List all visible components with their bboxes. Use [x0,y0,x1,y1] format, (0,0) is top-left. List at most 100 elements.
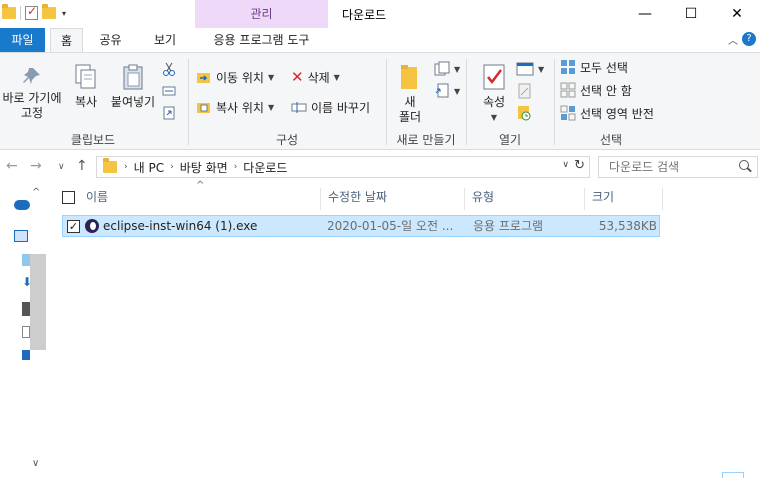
breadcrumb-desktop[interactable]: 바탕 화면 [180,159,228,176]
select-all-checkbox[interactable] [62,191,75,204]
edit-button[interactable] [516,81,532,101]
select-none-button[interactable]: 선택 안 함 [560,80,632,100]
search-input[interactable] [609,157,739,177]
tab-file[interactable]: 파일 [0,28,45,52]
rename-icon [291,102,307,113]
back-arrow-icon[interactable]: ← [6,158,18,174]
copy-path-button[interactable] [162,81,176,101]
column-divider[interactable] [662,188,663,210]
paste-shortcut-button[interactable] [162,103,176,123]
maximize-button[interactable]: ☐ [668,0,714,27]
tab-app-tools[interactable]: 응용 프로그램 도구 [195,28,328,52]
tab-view[interactable]: 보기 [140,28,190,52]
pin-to-quick-access-button[interactable]: 바로 가기에 고정 [0,65,64,121]
open-button[interactable]: ▼ [516,59,544,79]
properties-check-icon [483,64,505,90]
rename-button[interactable]: 이름 바꾸기 [291,97,370,117]
column-header-type[interactable]: 유형 [466,184,584,210]
invert-selection-button[interactable]: 선택 영역 반전 [560,103,654,123]
rename-label: 이름 바꾸기 [311,100,371,115]
address-bar[interactable]: › 내 PC › 바탕 화면 › 다운로드 ∨ ↻ [96,156,590,178]
new-item-button[interactable]: ▼ [434,59,460,79]
close-button[interactable]: ✕ [714,0,760,27]
breadcrumb-this-pc[interactable]: 내 PC [134,159,164,176]
documents-icon[interactable] [22,326,30,338]
delete-button[interactable]: ✕ 삭제 ▼ [291,67,340,87]
new-folder-button[interactable]: 새 폴더 [392,63,428,125]
qat-separator [20,6,21,20]
row-checkbox[interactable]: ✓ [67,220,80,233]
group-label-select: 선택 [599,133,623,147]
copy-button[interactable]: 복사 [68,63,104,110]
file-explorer-window: ▾ 관리 다운로드 — ☐ ✕ 파일 홈 공유 보기 응용 프로그램 도구 ︿ … [0,0,760,478]
eclipse-exe-icon [85,219,99,233]
search-box[interactable] [598,156,758,178]
column-header-size[interactable]: 크기 [586,184,662,210]
properties-icon[interactable] [25,4,38,20]
scissors-icon [163,62,175,76]
ribbon-collapse-icon[interactable]: ︿ [728,32,738,47]
window-title: 다운로드 [342,8,387,22]
properties-label: 속성 [482,95,506,109]
move-to-label: 이동 위치 [216,70,264,85]
chevron-down-icon: ▼ [538,64,545,74]
search-icon[interactable] [739,160,749,170]
minimize-button[interactable]: — [622,0,668,27]
up-arrow-icon[interactable]: ↑ [76,158,88,174]
breadcrumb-separator-icon[interactable]: › [170,162,174,172]
group-label-clipboard: 클립보드 [70,133,116,147]
videos-icon[interactable] [22,302,30,316]
recent-locations-chevron-icon[interactable]: ∨ [58,162,65,172]
easy-access-icon [435,83,449,98]
column-header-name[interactable]: 이름 [80,184,318,210]
forward-arrow-icon[interactable]: → [30,158,42,174]
column-header-date-modified[interactable]: 수정한 날짜 [322,184,464,210]
title-bar: ▾ 관리 다운로드 — ☐ ✕ [0,0,760,28]
easy-access-button[interactable]: ▼ [434,81,460,101]
refresh-icon[interactable]: ↻ [574,158,585,173]
paste-button[interactable]: 붙여넣기 [106,63,160,110]
move-to-button[interactable]: 이동 위치 ▼ [196,67,274,87]
file-row[interactable]: ✓ eclipse-inst-win64 (1).exe 2020-01-05-… [62,215,660,237]
group-label-new: 새로 만들기 [396,133,456,147]
downloads-icon[interactable]: ⬇ [22,276,32,290]
paste-icon [123,64,143,90]
copy-to-button[interactable]: 복사 위치 ▼ [196,97,274,117]
invert-selection-label: 선택 영역 반전 [580,106,654,121]
cut-button[interactable] [162,59,176,79]
help-icon[interactable]: ? [742,32,756,46]
invert-selection-icon [560,105,576,121]
new-folder-icon[interactable] [42,4,56,19]
qat-customize-dropdown-icon[interactable]: ▾ [62,9,66,18]
context-tab-group-manage: 관리 [195,0,328,28]
breadcrumb-separator-icon[interactable]: › [124,162,128,172]
select-all-button[interactable]: 모두 선택 [560,57,628,77]
desktop-icon[interactable] [22,350,30,360]
properties-button[interactable]: 속성 ▼ [474,63,514,125]
column-divider[interactable] [320,188,321,210]
select-all-icon [561,60,575,74]
scroll-down-icon[interactable]: ∨ [32,458,39,469]
breadcrumb-downloads[interactable]: 다운로드 [243,159,287,176]
breadcrumb-separator-icon[interactable]: › [234,162,238,172]
history-button[interactable] [516,103,532,123]
onedrive-icon[interactable] [14,200,30,210]
file-name[interactable]: eclipse-inst-win64 (1).exe [103,216,323,236]
pin-label-line2: 고정 [20,106,44,120]
file-size: 53,538KB [598,219,657,233]
scroll-up-icon[interactable]: ^ [32,187,40,198]
new-folder-label-line2: 폴더 [398,110,422,124]
nav-pane-scrollbar-thumb[interactable] [30,254,46,350]
column-divider[interactable] [584,188,585,210]
group-label-organize: 구성 [275,133,299,147]
this-pc-icon[interactable] [14,230,28,242]
view-toggle-details-icon[interactable] [722,472,744,478]
chevron-down-icon: ▼ [490,113,498,122]
address-dropdown-icon[interactable]: ∨ [562,160,569,170]
copy-path-icon [162,86,176,96]
tab-home[interactable]: 홈 [50,28,83,52]
chevron-down-icon: ▼ [454,86,461,96]
column-divider[interactable] [464,188,465,210]
tab-share[interactable]: 공유 [88,28,133,52]
objects-3d-icon[interactable] [22,254,30,266]
